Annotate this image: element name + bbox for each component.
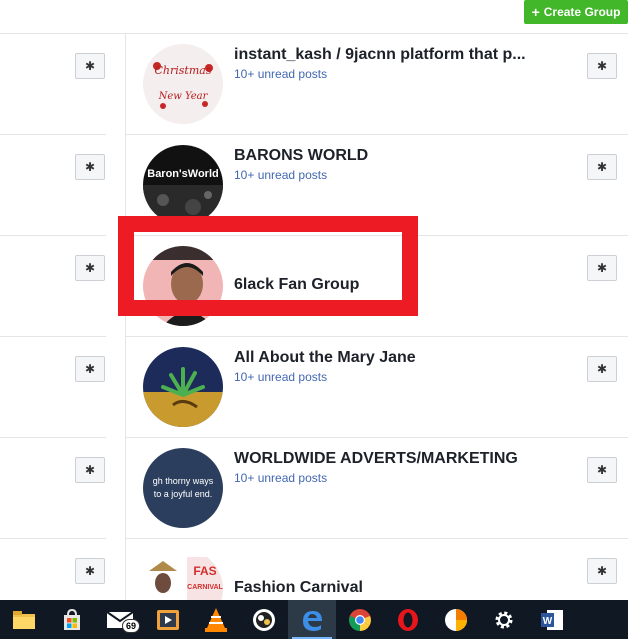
svg-text:Baron'sWorld: Baron'sWorld xyxy=(147,168,218,180)
group-name[interactable]: All About the Mary Jane xyxy=(234,349,534,367)
svg-text:gh thorny ways: gh thorny ways xyxy=(153,476,214,486)
mail-badge: 69 xyxy=(121,619,140,633)
gear-icon: ✱ xyxy=(84,564,96,578)
gear-icon: ✱ xyxy=(596,59,608,73)
group-name[interactable]: WORLDWIDE ADVERTS/MARKETING xyxy=(234,450,534,468)
left-row: ✱ xyxy=(0,135,106,236)
group-row[interactable]: 6lack Fan Group ✱ xyxy=(126,236,628,337)
mail-icon[interactable]: 69 xyxy=(96,600,144,639)
gear-icon: ✱ xyxy=(596,564,608,578)
unread-count: 10+ unread posts xyxy=(234,67,328,81)
store-icon[interactable] xyxy=(48,600,96,639)
svg-text:Christmas: Christmas xyxy=(155,64,212,77)
file-explorer-icon[interactable] xyxy=(0,600,48,639)
gear-icon: ✱ xyxy=(596,261,608,275)
group-avatar[interactable] xyxy=(143,246,223,326)
fruit-app-icon[interactable] xyxy=(240,600,288,639)
svg-text:to a joyful end.: to a joyful end. xyxy=(154,489,213,499)
left-row: ✱ xyxy=(0,337,106,438)
settings-button[interactable]: ✱ xyxy=(75,356,105,382)
group-row[interactable]: All About the Mary Jane 10+ unread posts… xyxy=(126,337,628,438)
gear-icon: ✱ xyxy=(84,362,96,376)
svg-text:New Year: New Year xyxy=(158,91,209,102)
unread-count: 10+ unread posts xyxy=(234,168,328,182)
group-row[interactable]: Christmas New Year instant_kash / 9jacnn… xyxy=(126,34,628,135)
left-row: ✱ xyxy=(0,236,106,337)
gear-icon: ✱ xyxy=(84,59,96,73)
group-row[interactable]: gh thorny ways to a joyful end. WORLDWID… xyxy=(126,438,628,539)
gear-icon: ✱ xyxy=(596,362,608,376)
left-column: ✱ ✱ ✱ ✱ ✱ ✱ xyxy=(0,34,106,640)
settings-button[interactable]: ✱ xyxy=(587,255,617,281)
gear-icon: ✱ xyxy=(84,160,96,174)
settings-button[interactable]: ✱ xyxy=(587,356,617,382)
unread-count: 10+ unread posts xyxy=(234,370,328,384)
settings-button[interactable]: ✱ xyxy=(75,558,105,584)
group-avatar[interactable]: gh thorny ways to a joyful end. xyxy=(143,448,223,528)
group-name[interactable]: instant_kash / 9jacnn platform that p... xyxy=(234,46,534,64)
vlc-icon[interactable] xyxy=(192,600,240,639)
settings-button[interactable]: ✱ xyxy=(587,53,617,79)
settings-icon[interactable] xyxy=(480,600,528,639)
create-group-label: Create Group xyxy=(543,5,621,19)
group-avatar[interactable]: Baron'sWorld xyxy=(143,145,223,225)
taskbar: 69 W xyxy=(0,600,628,639)
gear-icon: ✱ xyxy=(84,463,96,477)
pie-chart-app-icon[interactable] xyxy=(432,600,480,639)
settings-button[interactable]: ✱ xyxy=(587,457,617,483)
settings-button[interactable]: ✱ xyxy=(75,255,105,281)
group-name[interactable]: BARONS WORLD xyxy=(234,147,534,165)
settings-button[interactable]: ✱ xyxy=(75,53,105,79)
group-row[interactable]: Baron'sWorld BARONS WORLD 10+ unread pos… xyxy=(126,135,628,236)
group-list: Christmas New Year instant_kash / 9jacnn… xyxy=(126,34,628,640)
create-group-button[interactable]: + Create Group xyxy=(524,0,628,24)
edge-icon[interactable] xyxy=(288,600,336,639)
settings-button[interactable]: ✱ xyxy=(75,457,105,483)
word-icon[interactable]: W xyxy=(528,600,576,639)
svg-text:W: W xyxy=(543,616,553,627)
gear-icon: ✱ xyxy=(84,261,96,275)
svg-text:FAS: FAS xyxy=(193,564,216,578)
left-row: ✱ xyxy=(0,34,106,135)
group-avatar[interactable] xyxy=(143,347,223,427)
unread-count: 10+ unread posts xyxy=(234,471,328,485)
gear-icon: ✱ xyxy=(596,463,608,477)
chrome-icon[interactable] xyxy=(336,600,384,639)
settings-button[interactable]: ✱ xyxy=(587,558,617,584)
media-player-icon[interactable] xyxy=(144,600,192,639)
left-row: ✱ xyxy=(0,438,106,539)
plus-icon: + xyxy=(531,4,540,20)
opera-icon[interactable] xyxy=(384,600,432,639)
group-name[interactable]: 6lack Fan Group xyxy=(234,276,534,294)
group-avatar[interactable]: Christmas New Year xyxy=(143,44,223,124)
settings-button[interactable]: ✱ xyxy=(587,154,617,180)
svg-text:CARNIVAL: CARNIVAL xyxy=(187,584,223,591)
gear-icon: ✱ xyxy=(596,160,608,174)
settings-button[interactable]: ✱ xyxy=(75,154,105,180)
group-name[interactable]: Fashion Carnival xyxy=(234,579,534,597)
